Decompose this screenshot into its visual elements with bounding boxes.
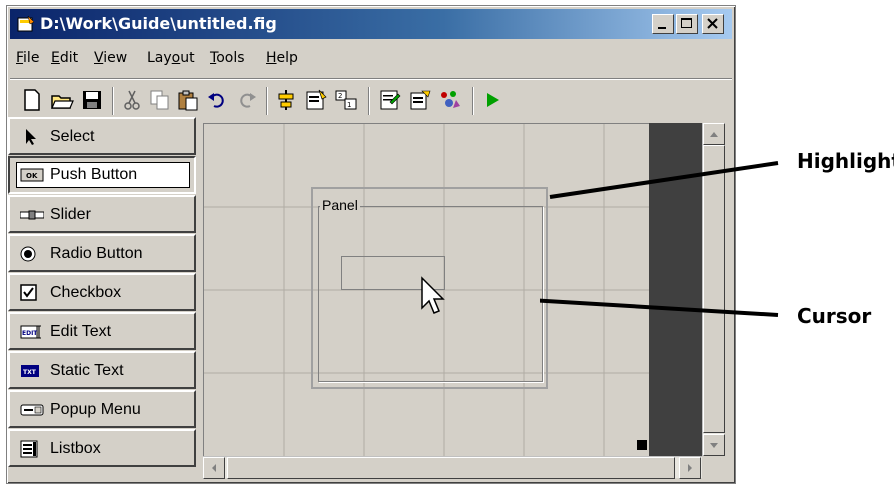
menu-help[interactable]: Help: [266, 50, 298, 66]
title-bar[interactable]: D:\Work\Guide\untitled.fig: [10, 9, 732, 39]
menu-editor-icon[interactable]: [304, 88, 328, 112]
callout-lines: [540, 161, 779, 317]
palette-static-text-button[interactable]: TXT Static Text: [8, 351, 196, 389]
highlight-callout: Highlight: [797, 149, 894, 173]
toolbar-separator: [112, 87, 114, 115]
palette-label: Push Button: [50, 166, 138, 183]
open-icon[interactable]: [50, 88, 74, 112]
push-button-icon: OK: [20, 168, 44, 182]
arrow-left-icon: [212, 464, 216, 472]
resize-handle[interactable]: [637, 440, 647, 450]
palette-edit-text-button[interactable]: EDIT Edit Text: [8, 312, 196, 350]
arrow-right-icon: [688, 464, 692, 472]
menu-view[interactable]: View: [94, 50, 127, 66]
edit-text-icon: EDIT: [20, 325, 41, 339]
panel-title: Panel: [320, 197, 360, 213]
close-button[interactable]: [702, 14, 724, 34]
scroll-left-button[interactable]: [203, 457, 225, 479]
palette-radio-button[interactable]: Radio Button: [8, 234, 196, 272]
highlight-callout-line: [549, 161, 779, 199]
mfile-editor-icon[interactable]: [378, 88, 402, 112]
maximize-icon: [681, 18, 692, 28]
arrow-down-icon: [710, 443, 718, 448]
toolbar-separator: [368, 87, 370, 115]
toolbar-separator: [266, 87, 268, 115]
palette-label: Radio Button: [50, 245, 143, 262]
palette-popup-menu-button[interactable]: Popup Menu: [8, 390, 196, 428]
checkbox-icon: [20, 284, 37, 301]
menu-tools[interactable]: Tools: [210, 50, 245, 66]
edit-text-icon-text: EDIT: [22, 330, 38, 337]
slider-icon: [20, 210, 44, 220]
popup-menu-icon: [20, 404, 44, 416]
palette-label: Static Text: [50, 362, 124, 379]
palette-checkbox-button[interactable]: Checkbox: [8, 273, 196, 311]
palette-label: Listbox: [50, 440, 101, 457]
static-text-icon: TXT: [21, 365, 39, 377]
toolbar: 12: [10, 78, 732, 120]
horizontal-scrollbar[interactable]: [203, 456, 702, 479]
scroll-thumb-horizontal[interactable]: [227, 457, 675, 479]
undo-icon[interactable]: [206, 88, 230, 112]
svg-text:2: 2: [338, 92, 342, 100]
close-icon: [707, 18, 718, 29]
align-icon[interactable]: [274, 88, 298, 112]
new-icon[interactable]: [20, 88, 44, 112]
tab-order-icon[interactable]: 12: [334, 88, 358, 112]
window-title: D:\Work\Guide\untitled.fig: [40, 14, 277, 33]
run-icon[interactable]: [480, 88, 504, 112]
push-button-icon-text: OK: [26, 172, 38, 180]
menu-edit[interactable]: Edit: [51, 50, 78, 66]
object-browser-icon[interactable]: [438, 88, 462, 112]
arrow-icon: [26, 129, 36, 145]
palette-push-button[interactable]: OK Push Button: [8, 156, 196, 194]
menu-layout[interactable]: Layout: [147, 50, 195, 66]
component-palette: Select OK Push Button Slider Radio Butto…: [8, 117, 196, 479]
palette-label: Edit Text: [50, 323, 112, 340]
palette-slider-button[interactable]: Slider: [8, 195, 196, 233]
palette-label: Slider: [50, 206, 91, 223]
svg-text:1: 1: [347, 101, 351, 109]
scroll-right-button[interactable]: [679, 457, 701, 479]
copy-icon[interactable]: [148, 88, 172, 112]
property-inspector-icon[interactable]: [408, 88, 432, 112]
palette-label: Checkbox: [50, 284, 122, 301]
cut-icon[interactable]: [120, 88, 144, 112]
scrollbar-corner: [702, 456, 724, 478]
save-icon[interactable]: [80, 88, 104, 112]
minimize-button[interactable]: [652, 14, 674, 34]
palette-listbox-button[interactable]: Listbox: [8, 429, 196, 467]
maximize-button[interactable]: [676, 14, 698, 34]
cursor-icon: [421, 276, 445, 314]
minimize-icon: [658, 27, 666, 29]
listbox-icon: [20, 440, 38, 458]
palette-select-button[interactable]: Select: [8, 117, 196, 155]
redo-icon[interactable]: [234, 88, 258, 112]
cursor-callout-line: [540, 298, 779, 317]
scroll-down-button[interactable]: [703, 434, 725, 456]
cursor-callout: Cursor: [797, 304, 872, 328]
palette-label: Popup Menu: [50, 401, 141, 418]
paste-icon[interactable]: [176, 88, 200, 112]
static-text-icon-text: TXT: [23, 369, 37, 376]
radio-button-icon: [20, 246, 36, 262]
menu-file[interactable]: File: [16, 50, 39, 66]
figure-icon: [17, 15, 35, 32]
toolbar-separator: [472, 87, 474, 115]
palette-label: Select: [50, 128, 95, 145]
